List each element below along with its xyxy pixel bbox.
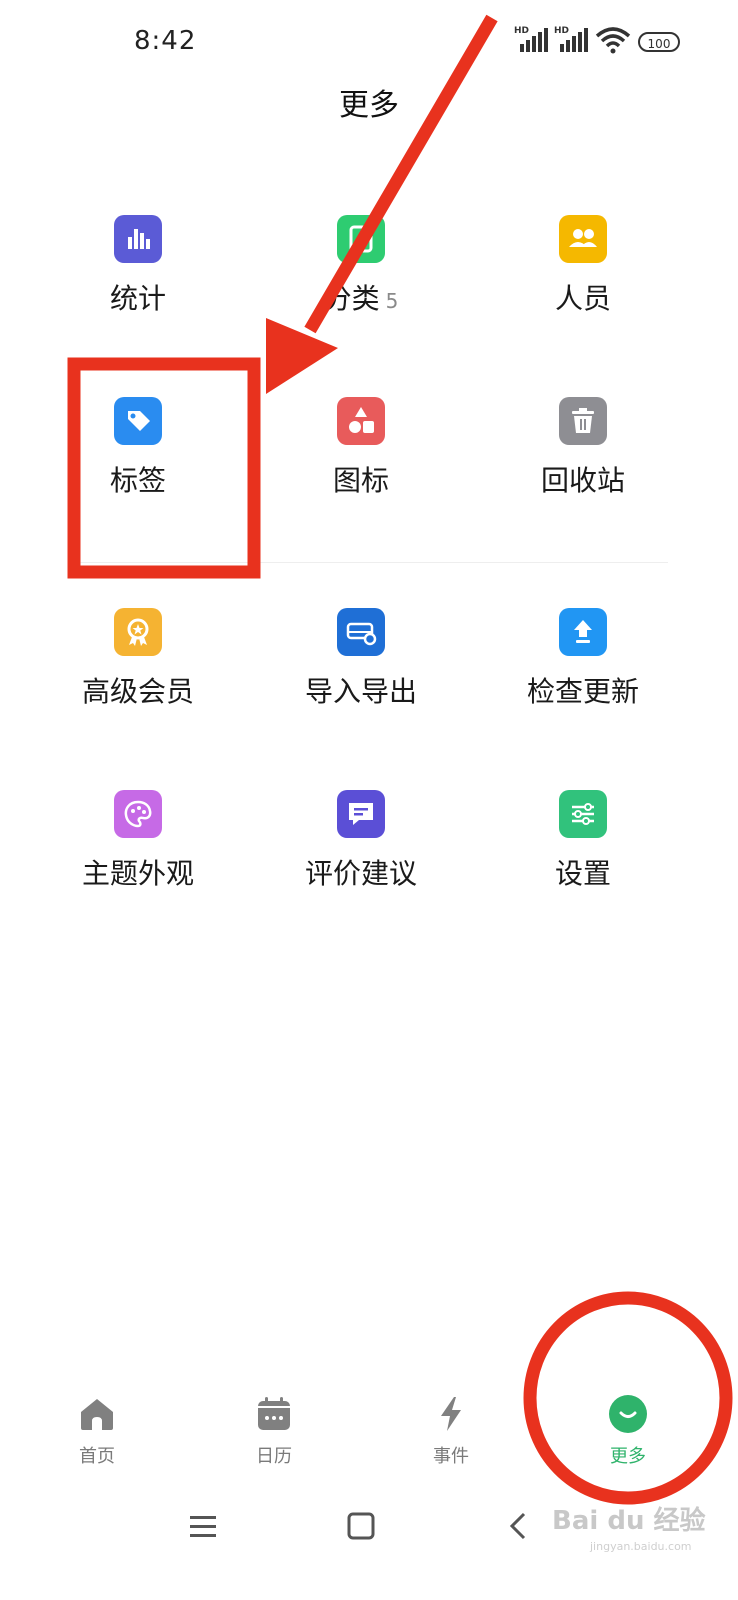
tab-events[interactable]: 事件 (391, 1390, 511, 1480)
home-square-icon[interactable] (336, 1502, 386, 1552)
bar-chart-icon (114, 215, 162, 263)
tag-icon (114, 397, 162, 445)
status-time: 8:42 (134, 26, 197, 56)
watermark: Bai du 经验 (552, 1506, 706, 1536)
tab-label: 更多 (610, 1446, 646, 1467)
calendar-icon (258, 1397, 290, 1430)
tab-label: 事件 (433, 1446, 469, 1467)
category-count: 5 (385, 289, 399, 313)
menu-item-label: 图标 (332, 464, 389, 497)
menu-item-import-export[interactable]: 导入导出 (241, 608, 481, 758)
palette-icon (114, 790, 162, 838)
bottom-tab-bar: 首页 日历 事件 更多 (0, 1390, 738, 1480)
tab-label: 首页 (79, 1446, 115, 1467)
trash-icon (559, 397, 607, 445)
menu-item-label: 统计 (109, 282, 166, 315)
menu-item-settings[interactable]: 设置 (463, 790, 703, 940)
menu-item-check-update[interactable]: 检查更新 (463, 608, 703, 758)
back-icon[interactable] (494, 1502, 544, 1552)
menu-item-label: 回收站 (540, 464, 625, 497)
menu-item-label: 分类 5 (323, 282, 399, 315)
tab-label: 日历 (256, 1446, 292, 1467)
menu-item-icons[interactable]: 图标 (241, 397, 481, 547)
tab-calendar[interactable]: 日历 (214, 1390, 334, 1480)
signal-icon-2: HD (554, 26, 594, 54)
section-divider (68, 562, 668, 563)
menu-item-recycle-bin[interactable]: 回收站 (463, 397, 703, 547)
menu-icon[interactable] (178, 1502, 228, 1552)
menu-item-label: 标签 (109, 464, 166, 497)
watermark-url: jingyan.baidu.com (590, 1540, 692, 1553)
menu-item-category[interactable]: 分类 5 (241, 215, 481, 365)
status-bar: 8:42 HD HD 100 (0, 0, 738, 80)
menu-item-theme[interactable]: 主题外观 (18, 790, 258, 940)
wifi-icon (595, 27, 631, 54)
sliders-icon (559, 790, 607, 838)
lightning-icon (441, 1397, 461, 1431)
upload-arrow-icon (559, 608, 607, 656)
menu-item-label: 高级会员 (81, 675, 194, 708)
menu-item-people[interactable]: 人员 (463, 215, 703, 365)
shapes-icon (337, 397, 385, 445)
more-smile-icon (609, 1395, 647, 1433)
tab-more[interactable]: 更多 (568, 1390, 688, 1480)
menu-item-label: 评价建议 (304, 857, 417, 890)
tab-home[interactable]: 首页 (37, 1390, 157, 1480)
menu-item-label: 人员 (554, 282, 611, 315)
menu-item-premium[interactable]: 高级会员 (18, 608, 258, 758)
home-icon (81, 1399, 113, 1430)
people-icon (559, 215, 607, 263)
import-export-icon (337, 608, 385, 656)
battery-indicator: 100 (638, 32, 680, 52)
signal-icon: HD (514, 26, 554, 54)
menu-item-label: 主题外观 (81, 857, 194, 890)
page-title: 更多 (339, 88, 399, 123)
category-icon (337, 215, 385, 263)
premium-badge-icon (114, 608, 162, 656)
menu-item-tags[interactable]: 标签 (18, 397, 258, 547)
menu-item-label: 设置 (554, 857, 611, 890)
feedback-icon (337, 790, 385, 838)
menu-item-label: 检查更新 (526, 675, 639, 708)
menu-item-feedback[interactable]: 评价建议 (241, 790, 481, 940)
menu-item-label: 导入导出 (304, 675, 417, 708)
menu-item-statistics[interactable]: 统计 (18, 215, 258, 365)
